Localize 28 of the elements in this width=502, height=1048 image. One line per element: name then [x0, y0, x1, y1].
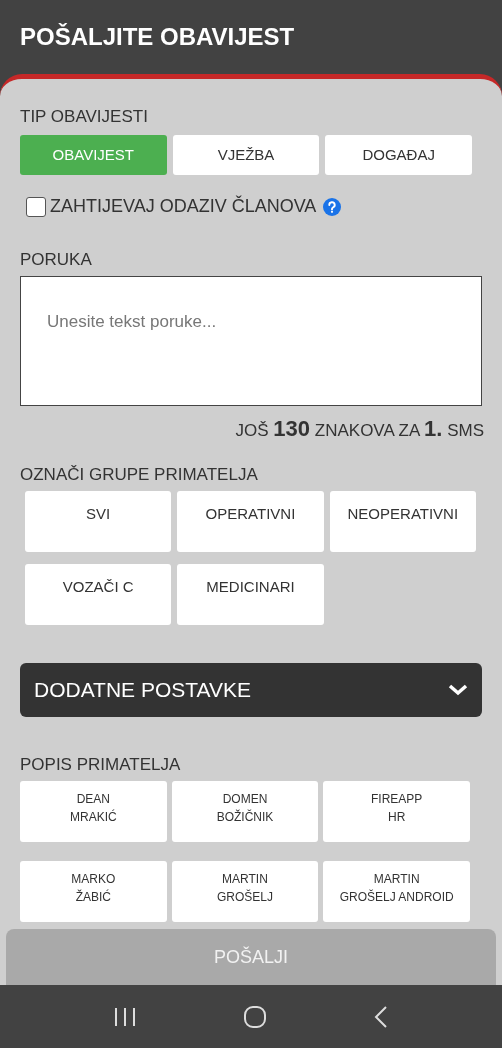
- checkbox[interactable]: [26, 196, 46, 217]
- recipient-button[interactable]: DEAN MRAKIĆ: [20, 781, 167, 842]
- message-field[interactable]: Unesite tekst poruke...: [20, 276, 482, 406]
- recipient-button[interactable]: MARTIN GROŠELJ: [171, 861, 319, 922]
- group-button[interactable]: NEOPERATIVNI: [329, 491, 476, 552]
- chevron-down-icon: [448, 684, 468, 696]
- type-tab[interactable]: DOGAĐAJ: [325, 135, 472, 175]
- back-icon[interactable]: [374, 1004, 389, 1029]
- home-icon[interactable]: [243, 1004, 267, 1029]
- checkbox-label[interactable]: ZAHTIJEVAJ ODAZIV ČLANOVA: [50, 193, 317, 220]
- type-tab[interactable]: VJEŽBA: [172, 135, 320, 175]
- group-button[interactable]: OPERATIVNI: [177, 491, 324, 552]
- recipient-button[interactable]: MARKO ŽABIĆ: [20, 861, 167, 922]
- help-icon[interactable]: [323, 197, 342, 216]
- section-label: PORUKA: [20, 250, 92, 270]
- section-label: POPIS PRIMATELJA: [20, 755, 181, 775]
- settings-dropdown[interactable]: DODATNE POSTAVKE: [20, 663, 482, 717]
- character-counter: JOŠ 130 ZNAKOVA ZA 1. SMS: [235, 415, 484, 443]
- recent-apps-icon[interactable]: [113, 1006, 136, 1027]
- section-label: OZNAČI GRUPE PRIMATELJA: [20, 465, 258, 485]
- group-button[interactable]: SVI: [25, 491, 172, 552]
- screen-title: POŠALJITE OBAVIJEST: [20, 22, 295, 52]
- recipient-button[interactable]: MARTIN GROŠELJ ANDROID: [323, 861, 470, 922]
- group-button[interactable]: MEDICINARI: [177, 564, 324, 625]
- recipient-button[interactable]: DOMEN BOŽIČNIK: [171, 781, 319, 842]
- group-button[interactable]: VOZAČI C: [25, 564, 172, 625]
- section-label: TIP OBAVIJESTI: [20, 107, 148, 127]
- recipient-button[interactable]: FIREAPP HR: [323, 781, 470, 842]
